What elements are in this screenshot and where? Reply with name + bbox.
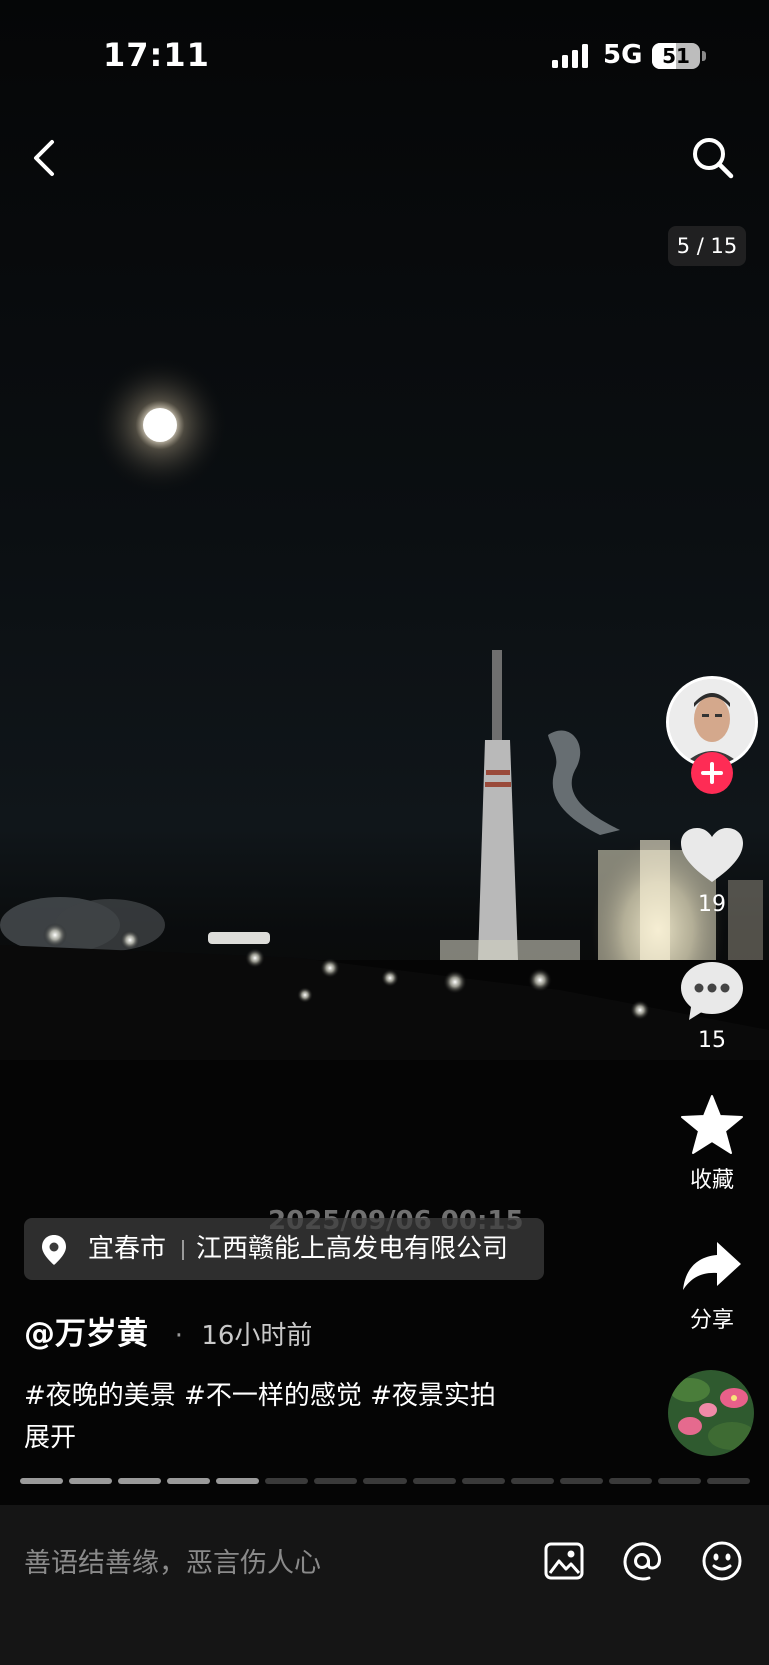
- progress-segment: [461, 1478, 505, 1484]
- plus-icon: [701, 762, 723, 784]
- caption-hashtags[interactable]: #夜晚的美景 #不一样的感觉 #夜景实拍: [24, 1375, 496, 1417]
- comment-count: 15: [698, 1028, 726, 1053]
- battery-percent: 51: [662, 44, 690, 68]
- search-icon: [693, 138, 734, 179]
- progress-segment: [20, 1478, 64, 1484]
- progress-segment: [265, 1478, 309, 1484]
- image-icon: [544, 1542, 584, 1580]
- progress-segment: [118, 1478, 162, 1484]
- author-line: @万岁黄 · 16小时前: [24, 1308, 312, 1353]
- status-bar: 17:11 5G 51: [0, 0, 769, 110]
- battery-cap: [702, 51, 706, 61]
- location-tag[interactable]: 宜春市 江西赣能上高发电有限公司: [24, 1218, 544, 1280]
- progress-segment: [216, 1478, 260, 1484]
- progress-segment: [167, 1478, 211, 1484]
- back-button[interactable]: [24, 130, 68, 186]
- share-label: 分享: [689, 1308, 734, 1333]
- status-time: 17:11: [103, 36, 210, 74]
- share-icon: [683, 1242, 741, 1290]
- progress-segment: [559, 1478, 603, 1484]
- emoji-button[interactable]: [700, 1539, 744, 1583]
- battery-indicator: 51: [652, 43, 700, 69]
- progress-segment: [69, 1478, 113, 1484]
- location-city: 宜春市: [88, 1234, 167, 1264]
- music-cover-image: [668, 1370, 754, 1456]
- comment-icon: [681, 962, 743, 1020]
- favorite-button[interactable]: 收藏: [660, 1094, 764, 1194]
- signal-strength-icon: [552, 44, 588, 68]
- location-pin-icon: [42, 1235, 66, 1265]
- carousel-progress: [20, 1478, 750, 1484]
- back-icon: [34, 140, 54, 176]
- progress-segment: [510, 1478, 554, 1484]
- location-separator: [182, 1240, 184, 1260]
- comment-bar: 善语结善缘，恶言伤人心: [0, 1505, 769, 1665]
- author-name[interactable]: @万岁黄: [24, 1316, 148, 1352]
- search-button[interactable]: [688, 133, 738, 183]
- music-disc[interactable]: [668, 1370, 754, 1456]
- image-counter: 5 / 15: [668, 226, 746, 266]
- post-caption: #夜晚的美景 #不一样的感觉 #夜景实拍 展开: [24, 1375, 496, 1459]
- progress-segment: [657, 1478, 701, 1484]
- location-place: 江西赣能上高发电有限公司: [196, 1234, 509, 1264]
- progress-segment: [314, 1478, 358, 1484]
- like-count: 19: [698, 892, 726, 917]
- progress-segment: [412, 1478, 456, 1484]
- progress-segment: [608, 1478, 652, 1484]
- emoji-icon: [702, 1541, 742, 1581]
- progress-segment: [363, 1478, 407, 1484]
- star-icon: [681, 1095, 743, 1154]
- network-type: 5G: [603, 40, 643, 70]
- progress-segment: [706, 1478, 750, 1484]
- expand-caption-button[interactable]: 展开: [24, 1417, 496, 1459]
- time-separator-dot: ·: [174, 1321, 184, 1351]
- comment-input[interactable]: 善语结善缘，恶言伤人心: [24, 1541, 321, 1580]
- share-button[interactable]: 分享: [660, 1238, 764, 1334]
- mention-button[interactable]: [620, 1539, 664, 1583]
- heart-icon: [681, 828, 743, 882]
- post-time: 16小时前: [201, 1321, 313, 1351]
- image-button[interactable]: [542, 1539, 586, 1583]
- favorite-label: 收藏: [689, 1168, 734, 1193]
- comment-button[interactable]: 15: [660, 960, 764, 1053]
- follow-button[interactable]: [691, 752, 733, 794]
- at-icon: [623, 1542, 661, 1581]
- like-button[interactable]: 19: [660, 826, 764, 917]
